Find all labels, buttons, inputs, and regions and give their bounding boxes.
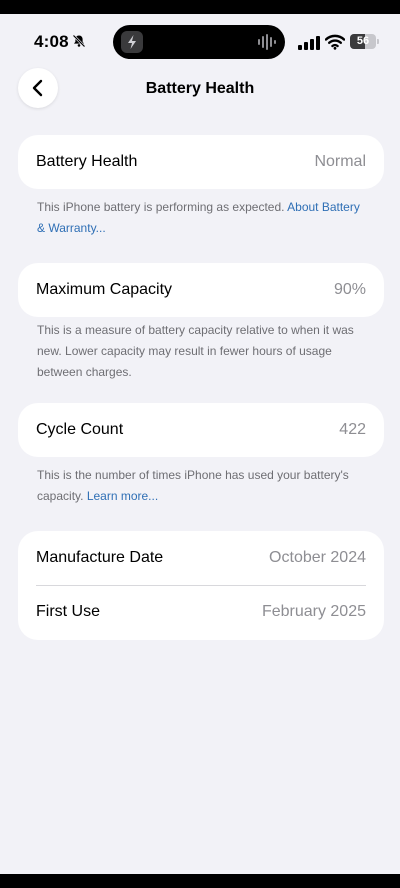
status-time: 4:08 — [34, 32, 69, 51]
cycle-count-value: 422 — [339, 421, 366, 438]
battery-health-card[interactable]: Battery Health Normal — [18, 135, 384, 189]
battery-health-label: Battery Health — [36, 153, 138, 170]
manufacture-date-label: Manufacture Date — [36, 549, 164, 566]
maximum-capacity-label: Maximum Capacity — [36, 281, 173, 298]
battery-health-row[interactable]: Battery Health Normal — [18, 135, 384, 189]
battery-health-footer-text: This iPhone battery is performing as exp… — [37, 200, 288, 214]
maximum-capacity-value: 90% — [333, 281, 366, 298]
cycle-count-footer: This is the number of times iPhone has u… — [37, 465, 367, 507]
dynamic-island[interactable] — [113, 25, 285, 59]
battery-tip — [377, 39, 379, 44]
maximum-capacity-row[interactable]: Maximum Capacity 90% — [18, 263, 384, 317]
status-bar: 4:08 56 — [0, 14, 400, 70]
waveform-icon — [258, 34, 276, 50]
bottom-edge — [0, 874, 400, 888]
first-use-row: First Use February 2025 — [18, 585, 384, 639]
battery-level: 56 — [356, 35, 370, 47]
battery-health-value: Normal — [314, 153, 366, 170]
top-edge — [0, 0, 400, 14]
cycle-count-footer-text: This is the number of times iPhone has u… — [37, 468, 349, 503]
page-title: Battery Health — [145, 80, 255, 97]
wifi-icon — [325, 34, 345, 50]
bell-slash-icon — [72, 34, 86, 48]
cycle-count-row[interactable]: Cycle Count 422 — [18, 403, 384, 457]
learn-more-link[interactable]: Learn more... — [87, 489, 158, 503]
manufacture-date-row: Manufacture Date October 2024 — [18, 531, 384, 585]
cellular-signal-icon — [298, 36, 320, 50]
manufacture-date-value: October 2024 — [269, 549, 366, 566]
cycle-count-card[interactable]: Cycle Count 422 — [18, 403, 384, 457]
cycle-count-label: Cycle Count — [36, 421, 124, 438]
battery-icon: 56 — [350, 34, 376, 49]
dates-card: Manufacture Date October 2024 First Use … — [18, 531, 384, 640]
battery-health-footer: This iPhone battery is performing as exp… — [37, 197, 367, 239]
first-use-value: February 2025 — [261, 603, 366, 620]
bolt-icon — [121, 31, 143, 53]
maximum-capacity-footer: This is a measure of battery capacity re… — [37, 323, 354, 379]
first-use-label: First Use — [36, 603, 100, 620]
maximum-capacity-card[interactable]: Maximum Capacity 90% — [18, 263, 384, 317]
